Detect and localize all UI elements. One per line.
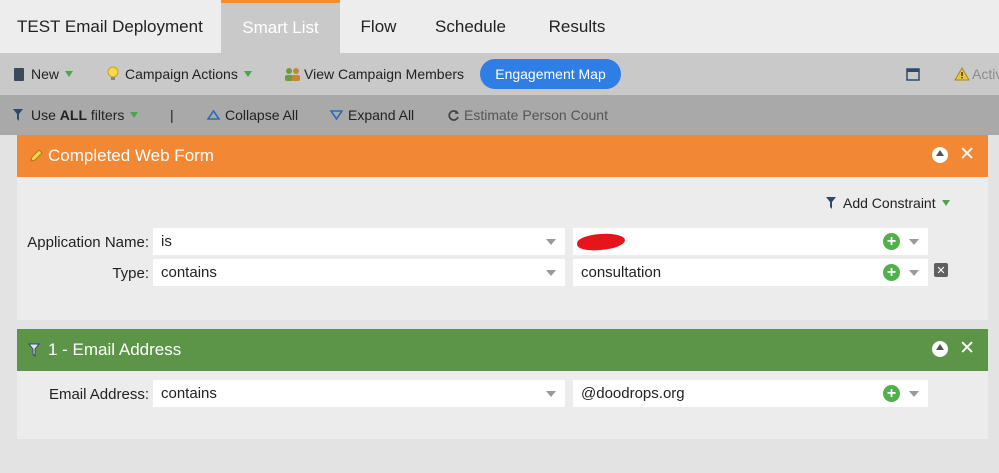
estimate-person-count-label: Estimate Person Count [464,107,608,123]
filter-header[interactable]: Completed Web Form ✕ [17,135,988,177]
expand-all-button[interactable]: Expand All [330,95,414,135]
view-campaign-members-label: View Campaign Members [304,66,465,82]
new-document-icon [14,67,24,81]
chevron-down-icon[interactable] [909,270,919,276]
value-field[interactable]: + [573,228,928,255]
pencil-icon [30,149,43,162]
constraint-label: Type: [112,264,149,282]
chevron-down-icon [941,200,950,206]
triangle-down-icon [330,110,343,120]
window-icon-glyph [906,67,920,81]
tab-bar: TEST Email Deployment Smart List Flow Sc… [0,0,999,53]
constraint-label: Email Address: [48,385,149,403]
add-value-icon[interactable]: + [883,264,900,281]
lightbulb-icon [107,66,119,80]
value-field[interactable]: @doodrops.org + [573,380,928,407]
add-value-icon[interactable]: + [883,233,900,250]
use-all-filters-menu[interactable]: Use ALL filters [12,95,139,135]
tab-smart-list[interactable]: Smart List [221,0,340,53]
operator-value: contains [161,385,217,402]
chevron-down-icon [546,239,556,245]
value-text: @doodrops.org [581,385,685,402]
engagement-map-button[interactable]: Engagement Map [480,59,621,89]
estimate-person-count-button[interactable]: Estimate Person Count [447,95,608,135]
operator-select[interactable]: contains [153,380,565,407]
filter-card-completed-web-form: Completed Web Form ✕ Add Constraint Appl… [17,135,988,320]
value-field[interactable]: consultation + [573,259,928,286]
toolbar: New Campaign Actions View Campaign Membe… [0,53,999,95]
window-icon[interactable] [906,53,920,95]
operator-select[interactable]: is [153,228,565,255]
view-campaign-members-button[interactable]: View Campaign Members [284,53,464,95]
expand-all-label: Expand All [348,107,415,123]
value-text: consultation [581,264,662,281]
filter-header[interactable]: 1 - Email Address ✕ [17,329,988,371]
filter-icon [826,197,836,209]
activate-button[interactable]: Activ [954,53,999,95]
refresh-icon [448,109,459,121]
new-label: New [31,66,60,82]
add-value-icon[interactable]: + [883,385,900,402]
close-icon[interactable]: ✕ [959,339,975,358]
chevron-down-icon [243,71,252,77]
chevron-down-icon[interactable] [909,391,919,397]
campaign-actions-button[interactable]: Campaign Actions [106,53,252,95]
triangle-up-icon [207,110,220,120]
filter-options-bar: Use ALL filters | Collapse All Expand Al… [0,95,999,135]
tab-schedule[interactable]: Schedule [417,0,524,53]
people-icon [285,67,300,81]
filter-icon [13,109,23,121]
use-filters-prefix: Use [31,107,56,123]
constraint-label: Application Name: [27,233,149,251]
collapse-all-label: Collapse All [225,107,299,123]
tab-test-email-deployment[interactable]: TEST Email Deployment [0,0,221,53]
chevron-down-icon [130,112,139,118]
redaction-mark [576,232,626,252]
operator-value: is [161,233,172,250]
operator-value: contains [161,264,217,281]
move-up-icon[interactable] [932,147,949,163]
filter-title: 1 - Email Address [48,340,182,359]
use-filters-bold: ALL [59,107,88,123]
chevron-down-icon [546,391,556,397]
chevron-down-icon[interactable] [909,239,919,245]
activate-label: Activ [972,66,999,82]
collapse-all-button[interactable]: Collapse All [207,95,298,135]
warning-icon [954,67,970,81]
campaign-actions-label: Campaign Actions [125,66,238,82]
delete-constraint-icon[interactable]: ✕ [934,263,948,277]
close-icon[interactable]: ✕ [959,145,975,164]
add-constraint-button[interactable]: Add Constraint [825,193,950,213]
chevron-down-icon [546,270,556,276]
filter-icon [28,343,41,358]
tab-flow[interactable]: Flow [340,0,417,53]
add-constraint-label: Add Constraint [843,195,936,211]
use-filters-suffix: filters [90,107,125,123]
new-menu-button[interactable]: New [14,53,74,95]
filter-separator: | [170,107,174,123]
filter-title: Completed Web Form [48,146,214,165]
tab-results[interactable]: Results [524,0,630,53]
filter-card-email-address: 1 - Email Address ✕ Email Address: conta… [17,329,988,439]
operator-select[interactable]: contains [153,259,565,286]
move-up-icon[interactable] [932,341,949,357]
chevron-down-icon [65,71,74,77]
